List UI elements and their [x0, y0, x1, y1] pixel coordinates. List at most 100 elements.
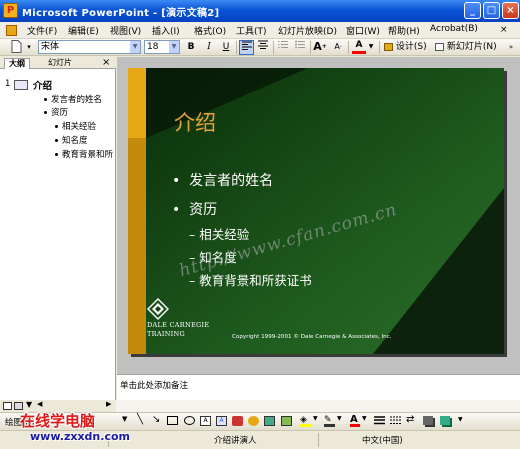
decrease-font-icon[interactable]: A-	[331, 40, 345, 55]
slide-icon	[14, 80, 28, 90]
normal-view-icon[interactable]	[3, 402, 12, 410]
line-style-icon[interactable]	[374, 415, 385, 429]
bullets-button[interactable]	[293, 40, 307, 55]
outline-subitem[interactable]: 相关经验	[62, 120, 96, 132]
tab-slides[interactable]: 幻灯片	[44, 58, 76, 69]
outline-subitem[interactable]: 知名度	[62, 134, 88, 146]
slide-bullet-text: 资历	[189, 202, 218, 218]
diagram-tool-icon[interactable]	[232, 416, 243, 426]
font-name-value: 宋体	[41, 42, 60, 52]
arrow-style-icon[interactable]: ⇄	[406, 414, 414, 425]
slide-bullet[interactable]: • 发言者的姓名	[172, 170, 273, 190]
menu-insert[interactable]: 插入(I)	[152, 24, 180, 37]
dash-icon: –	[189, 227, 200, 242]
chevron-down-icon[interactable]: ▼	[458, 416, 463, 423]
outline-title[interactable]: 介绍	[33, 78, 52, 92]
outline-item[interactable]: 资历	[51, 106, 68, 118]
chevron-down-icon[interactable]: ▼	[122, 415, 127, 423]
font-color-button[interactable]: A	[352, 40, 366, 54]
outline-pane: 大纲 幻灯片 × 1 介绍 发言者的姓名 资历 相关经验 知名度 教育背景和所	[0, 57, 116, 400]
document-icon[interactable]	[6, 25, 17, 36]
outline-item[interactable]: 发言者的姓名	[51, 93, 102, 105]
maximize-button[interactable]: □	[483, 2, 500, 19]
fill-color-icon[interactable]: ◈	[300, 415, 311, 427]
logo-text-line2: Training	[147, 330, 186, 338]
font-size-combo[interactable]: 18 ▼	[144, 40, 180, 54]
slide-subbullet[interactable]: – 相关经验	[189, 224, 249, 243]
insert-picture-icon[interactable]	[281, 416, 292, 426]
document-close-icon[interactable]: ×	[500, 25, 508, 35]
clipart-tool-icon[interactable]	[248, 416, 259, 426]
menu-file[interactable]: 文件(F)	[27, 24, 57, 37]
slide-bullet-text: 发言者的姓名	[189, 173, 274, 189]
status-language: 中文(中国)	[362, 436, 403, 446]
line-color-icon[interactable]: ✎	[324, 415, 335, 427]
picture-tool-icon[interactable]	[264, 416, 275, 426]
bullet-icon	[55, 153, 58, 156]
site-watermark-name: 在线学电脑	[20, 412, 96, 430]
increase-font-icon[interactable]: A+	[313, 40, 327, 55]
bullet-icon	[55, 139, 58, 142]
numbering-button[interactable]	[276, 40, 290, 55]
rectangle-tool-icon[interactable]	[167, 416, 178, 425]
bullet-icon	[55, 125, 58, 128]
notes-pane[interactable]: 单击此处添加备注	[117, 374, 520, 400]
chevron-down-icon[interactable]: ▼	[367, 40, 375, 55]
status-separator	[318, 433, 319, 447]
scroll-right-icon[interactable]: ▶	[106, 400, 111, 408]
align-center-button[interactable]	[256, 40, 270, 55]
arrow-tool-icon[interactable]: ↘	[152, 414, 160, 425]
close-button[interactable]: ×	[502, 2, 519, 19]
dash-style-icon[interactable]	[390, 415, 401, 429]
chevron-down-icon[interactable]: ▼	[362, 415, 367, 422]
slide-bullet[interactable]: • 资历	[172, 199, 217, 219]
accent-bar-bottom	[128, 138, 146, 354]
menu-window[interactable]: 窗口(W)	[346, 24, 380, 37]
slide-title[interactable]: 介绍	[174, 107, 216, 137]
notes-placeholder[interactable]: 单击此处添加备注	[120, 379, 188, 391]
line-tool-icon[interactable]: ╲	[137, 414, 143, 425]
align-left-button[interactable]	[239, 40, 254, 55]
chevron-down-icon[interactable]: ▼	[337, 415, 342, 422]
font-name-combo[interactable]: 宋体 ▼	[38, 40, 141, 54]
shadow-style-icon[interactable]	[423, 416, 433, 425]
scroll-left-icon[interactable]: ◀	[37, 400, 42, 408]
bold-button[interactable]: B	[184, 40, 198, 55]
menu-tools[interactable]: 工具(T)	[236, 24, 267, 37]
design-button[interactable]: 设计(S)	[384, 40, 430, 55]
new-document-icon[interactable]	[9, 40, 23, 55]
chevron-down-icon[interactable]: ▼	[313, 415, 318, 422]
title-bar[interactable]: P Microsoft PowerPoint - [演示文稿2] _ □ ×	[0, 0, 520, 22]
chevron-down-icon[interactable]: ▼	[169, 41, 179, 53]
oval-tool-icon[interactable]	[184, 416, 195, 425]
pane-close-icon[interactable]: ×	[102, 57, 110, 68]
font-color-icon[interactable]: A	[350, 414, 360, 427]
slide-canvas[interactable]: 介绍 • 发言者的姓名 • 资历 – 相关经验 – 知名度 – 教育背景和所获证…	[128, 68, 504, 354]
slide-sorter-icon[interactable]	[14, 402, 23, 410]
toolbar-options-icon[interactable]: ▾	[25, 40, 33, 55]
slide-subbullet-text: 教育背景和所获证书	[199, 273, 312, 288]
toolbar-overflow-icon[interactable]: »	[506, 40, 516, 55]
horizontal-scrollbar[interactable]	[116, 400, 520, 412]
menu-view[interactable]: 视图(V)	[110, 24, 141, 37]
menu-acrobat[interactable]: Acrobat(B)	[430, 24, 478, 34]
chevron-down-icon[interactable]: ▼	[130, 41, 140, 53]
new-slide-label: 新幻灯片(N)	[446, 42, 497, 52]
slideshow-view-icon[interactable]: ▼	[26, 400, 32, 409]
wordart-tool-icon[interactable]: A	[216, 416, 227, 426]
italic-button[interactable]: I	[202, 40, 216, 55]
new-slide-icon	[435, 42, 444, 51]
bullet-icon: •	[172, 202, 190, 218]
menu-slideshow[interactable]: 幻灯片放映(D)	[278, 24, 337, 37]
menu-edit[interactable]: 编辑(E)	[68, 24, 99, 37]
outline-subitem[interactable]: 教育背景和所	[62, 148, 114, 160]
textbox-tool-icon[interactable]: A	[200, 416, 211, 426]
tab-outline[interactable]: 大纲	[4, 58, 30, 69]
new-slide-button[interactable]: 新幻灯片(N)	[435, 40, 503, 55]
menu-help[interactable]: 帮助(H)	[388, 24, 420, 37]
underline-button[interactable]: U	[219, 40, 233, 55]
menu-format[interactable]: 格式(O)	[194, 24, 226, 37]
minimize-button[interactable]: _	[464, 2, 481, 19]
3d-style-icon[interactable]	[440, 416, 450, 425]
slide-editing-pane: 介绍 • 发言者的姓名 • 资历 – 相关经验 – 知名度 – 教育背景和所获证…	[117, 57, 520, 374]
